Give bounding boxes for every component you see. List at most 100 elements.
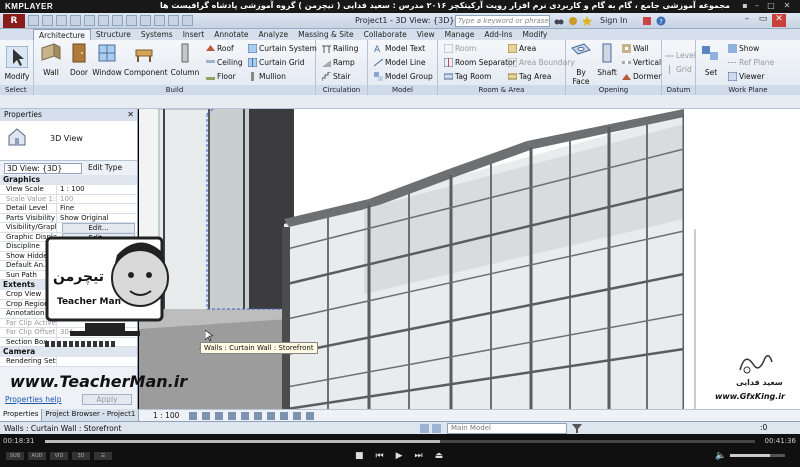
area-button[interactable]: Area <box>508 42 536 54</box>
property-row[interactable]: Parts Visibility Show Original <box>0 213 137 223</box>
tab-project-browser[interactable]: Project Browser - Project1 <box>42 409 140 421</box>
vertical-opening-button[interactable]: Vertical <box>622 56 661 68</box>
video-button[interactable]: VID <box>50 452 68 460</box>
detail-level-icon[interactable] <box>189 412 197 420</box>
floor-button[interactable]: Floor <box>206 70 236 82</box>
subscription-icon[interactable] <box>568 16 578 26</box>
show-crop-icon[interactable] <box>267 412 275 420</box>
shadows-icon[interactable] <box>228 412 236 420</box>
tab-properties[interactable]: Properties <box>0 409 43 421</box>
exchange-icon[interactable] <box>642 16 652 26</box>
property-row[interactable]: View Scale 1 : 100 <box>0 185 137 195</box>
show-work-plane-button[interactable]: Show <box>728 42 759 54</box>
print-icon[interactable] <box>84 15 95 26</box>
edit-type-button[interactable]: Edit Type <box>88 163 122 172</box>
column-button[interactable]: Column <box>170 42 200 77</box>
close-icon[interactable]: ✕ <box>127 109 134 121</box>
property-edit-button[interactable]: Edit... <box>56 223 137 232</box>
tag-area-button[interactable]: Tag Area <box>508 70 551 82</box>
instance-filter-select[interactable]: 3D View: {3D} <box>4 163 82 174</box>
curtain-wall-model[interactable] <box>139 109 800 409</box>
room-separator-button[interactable]: Room Separator <box>444 56 516 68</box>
door-button[interactable]: Door <box>64 42 94 77</box>
tab-insert[interactable]: Insert <box>178 29 210 40</box>
tab-systems[interactable]: Systems <box>136 29 178 40</box>
set-work-plane-button[interactable]: Set <box>698 42 724 77</box>
audio-button[interactable]: AUD <box>28 452 46 460</box>
ref-plane-button[interactable]: Ref Plane <box>728 56 774 68</box>
property-row[interactable]: Scale Value 1: 100 <box>0 194 137 204</box>
sun-path-icon[interactable] <box>215 412 223 420</box>
model-group-button[interactable]: Model Group <box>374 70 433 82</box>
stop-icon[interactable]: ■ <box>355 451 364 461</box>
app-close-icon[interactable]: ✕ <box>772 14 786 27</box>
reveal-hidden-icon[interactable] <box>306 412 314 420</box>
seek-bar[interactable] <box>45 440 755 443</box>
open-icon[interactable] <box>28 15 39 26</box>
curtain-system-button[interactable]: Curtain System <box>248 42 317 54</box>
curtain-grid-button[interactable]: Curtain Grid <box>248 56 305 68</box>
tab-modify[interactable]: Modify <box>518 29 553 40</box>
properties-help-link[interactable]: Properties help <box>5 395 62 404</box>
view-scale-label[interactable]: 1 : 100 <box>153 411 179 420</box>
tab-architecture[interactable]: Architecture <box>33 29 91 40</box>
wall-opening-button[interactable]: Wall <box>622 42 649 54</box>
stair-button[interactable]: Stair <box>322 70 350 82</box>
area-boundary-button[interactable]: Area Boundary <box>508 56 575 68</box>
room-button[interactable]: Room <box>444 42 476 54</box>
play-icon[interactable]: ▶ <box>396 451 403 461</box>
modify-button[interactable]: Modify <box>2 45 32 81</box>
lock-3d-icon[interactable] <box>280 412 288 420</box>
tab-collaborate[interactable]: Collaborate <box>359 29 412 40</box>
rendering-icon[interactable] <box>241 412 249 420</box>
component-button[interactable]: Component <box>124 42 168 77</box>
tab-add-ins[interactable]: Add-Ins <box>479 29 517 40</box>
level-button[interactable]: Level <box>665 49 696 61</box>
temp-hide-icon[interactable] <box>293 412 301 420</box>
roof-button[interactable]: Roof <box>206 42 234 54</box>
mullion-button[interactable]: Mullion <box>248 70 286 82</box>
worksets-icon[interactable] <box>420 424 442 433</box>
ceiling-button[interactable]: Ceiling <box>206 56 243 68</box>
model-text-button[interactable]: A Model Text <box>374 42 425 54</box>
three-d-button[interactable]: 3D <box>72 452 90 460</box>
application-menu-button[interactable]: R <box>3 14 25 28</box>
text-icon[interactable] <box>126 15 137 26</box>
prev-icon[interactable]: ⏮ <box>376 451 384 461</box>
property-row[interactable]: Detail Level Fine <box>0 204 137 214</box>
volume-slider[interactable] <box>730 454 785 457</box>
visual-style-icon[interactable] <box>202 412 210 420</box>
next-icon[interactable]: ⏭ <box>415 451 423 461</box>
tab-manage[interactable]: Manage <box>440 29 480 40</box>
edit-button[interactable]: Edit... <box>62 223 135 232</box>
save-icon[interactable] <box>42 15 53 26</box>
help-icon[interactable]: ? <box>656 16 666 26</box>
select-dropdown[interactable]: Select <box>0 85 33 95</box>
app-restore-icon[interactable]: ▭ <box>756 14 770 27</box>
property-row[interactable]: Visibility/Graph... Edit... <box>0 223 137 233</box>
railing-button[interactable]: Railing <box>322 42 358 54</box>
3d-viewport[interactable] <box>139 109 800 409</box>
property-group-header[interactable]: Graphics <box>0 175 137 185</box>
maximize-icon[interactable]: □ <box>766 1 776 11</box>
ramp-button[interactable]: Ramp <box>322 56 355 68</box>
grid-button[interactable]: Grid <box>665 63 692 75</box>
search-input[interactable]: Type a keyword or phrase <box>455 15 550 27</box>
tab-analyze[interactable]: Analyze <box>254 29 294 40</box>
tag-icon[interactable] <box>112 15 123 26</box>
star-icon[interactable] <box>582 16 592 26</box>
3d-view-icon[interactable] <box>140 15 151 26</box>
filter-icon[interactable] <box>572 424 582 433</box>
tag-room-button[interactable]: Tag Room <box>444 70 491 82</box>
menu-button[interactable]: ☰ <box>94 452 112 460</box>
dormer-button[interactable]: Dormer <box>622 70 661 82</box>
tab-structure[interactable]: Structure <box>91 29 136 40</box>
tab-view[interactable]: View <box>412 29 440 40</box>
player-mode-button[interactable]: SUB <box>6 452 24 460</box>
binoculars-icon[interactable] <box>554 16 564 26</box>
viewer-button[interactable]: Viewer <box>728 70 765 82</box>
type-selector[interactable]: 3D View <box>0 121 137 161</box>
apply-button[interactable]: Apply <box>82 394 132 405</box>
app-minimize-icon[interactable]: – <box>740 14 754 27</box>
measure-icon[interactable] <box>98 15 109 26</box>
